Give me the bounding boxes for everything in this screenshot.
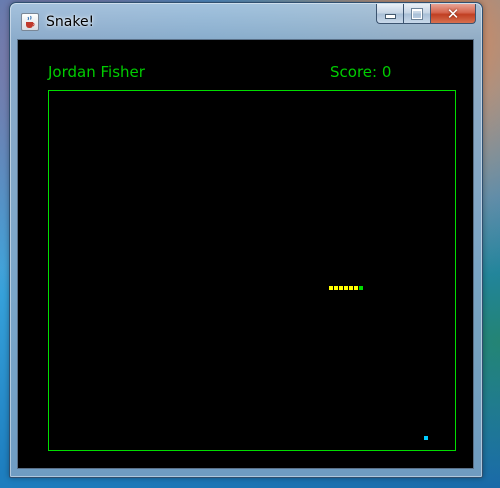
snake-body-segment <box>344 286 348 290</box>
java-cup-icon[interactable] <box>21 13 39 31</box>
game-canvas[interactable]: Jordan Fisher Score: 0 <box>17 39 474 469</box>
title-bar[interactable]: Snake! ✕ <box>10 3 482 39</box>
maximize-icon <box>412 8 422 19</box>
snake-body-segment <box>339 286 343 290</box>
close-button[interactable]: ✕ <box>430 4 476 24</box>
minimize-icon <box>384 14 396 19</box>
snake-body-segment <box>349 286 353 290</box>
play-field <box>48 90 456 451</box>
score-display: Score: 0 <box>330 63 392 81</box>
snake-body-segment <box>354 286 358 290</box>
snake-body-segment <box>334 286 338 290</box>
player-name: Jordan Fisher <box>48 63 145 81</box>
window-title: Snake! <box>46 14 95 30</box>
minimize-button[interactable] <box>376 4 403 24</box>
close-icon: ✕ <box>446 4 460 23</box>
caption-buttons: ✕ <box>376 4 476 24</box>
snake-window: Snake! ✕ Jordan Fisher Score: 0 <box>9 2 483 478</box>
maximize-button[interactable] <box>403 4 430 24</box>
food-pellet <box>424 436 428 440</box>
snake-body-segment <box>329 286 333 290</box>
snake-head <box>359 286 363 290</box>
